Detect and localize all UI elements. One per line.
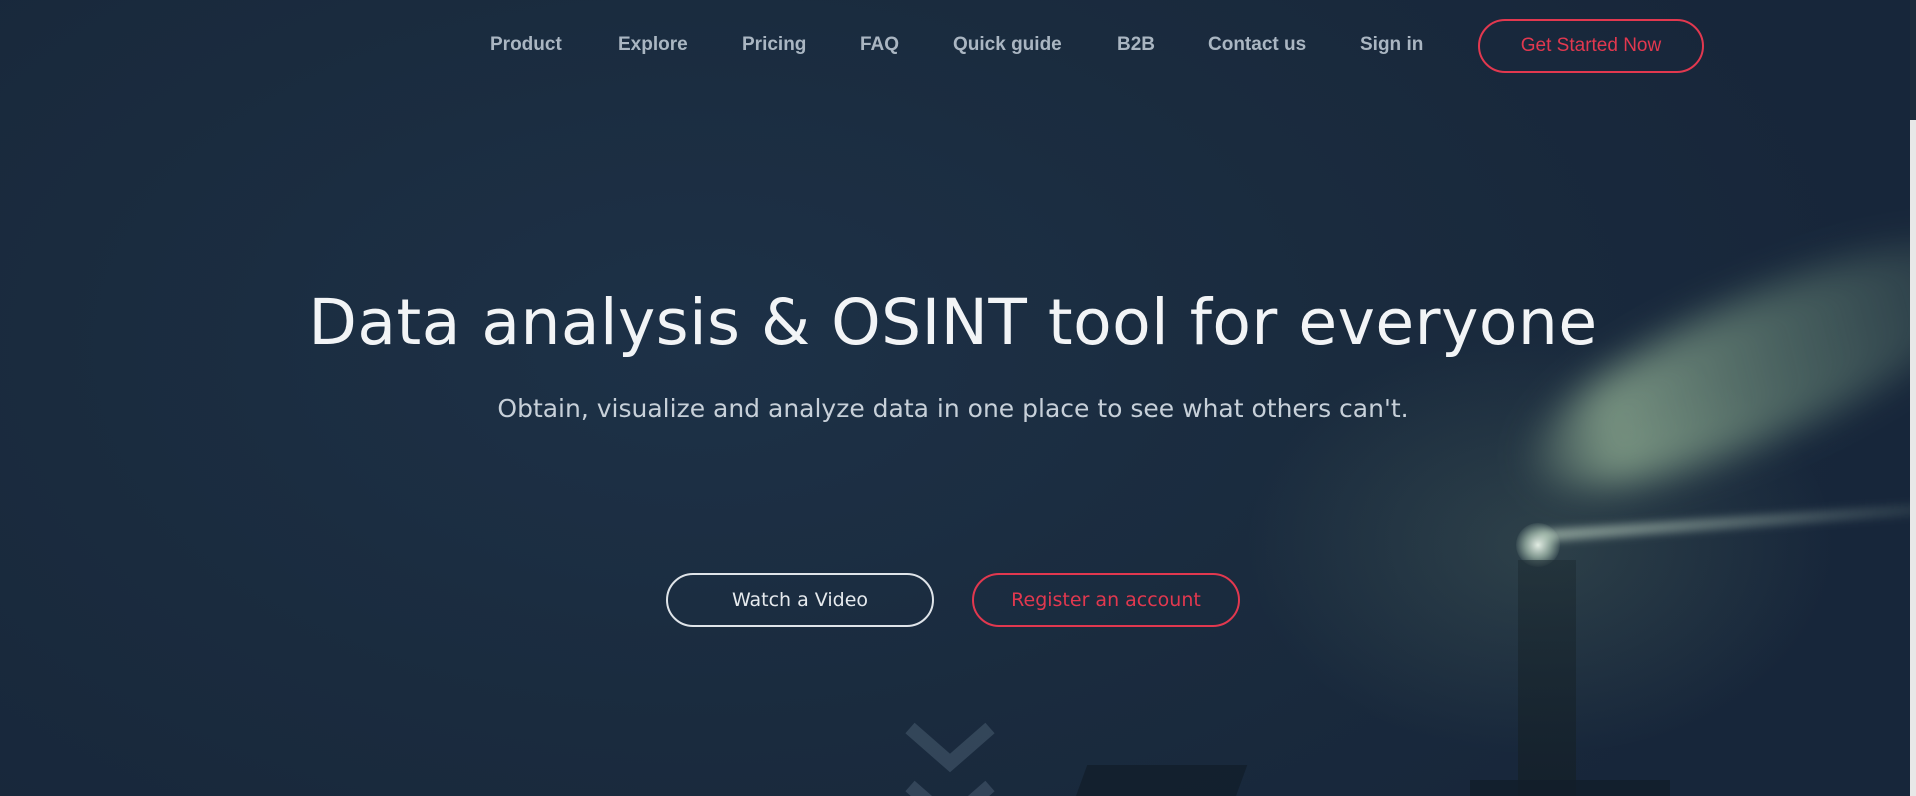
register-account-button[interactable]: Register an account — [972, 573, 1240, 627]
nav-contact-us[interactable]: Contact us — [1208, 34, 1306, 56]
page-scrollbar[interactable] — [1910, 0, 1916, 796]
chevron-down-icon[interactable] — [905, 718, 995, 796]
ground-silhouette-right — [1470, 780, 1670, 796]
lighthouse-beam-secondary — [1539, 503, 1910, 542]
lighthouse-tower — [1518, 560, 1576, 796]
nav-explore[interactable]: Explore — [618, 34, 688, 56]
hero-subtitle: Obtain, visualize and analyze data in on… — [497, 394, 1409, 423]
scrollbar-thumb[interactable] — [1910, 0, 1916, 120]
nav-faq[interactable]: FAQ — [860, 34, 899, 56]
nav-b2b[interactable]: B2B — [1117, 34, 1155, 56]
nav-sign-in[interactable]: Sign in — [1360, 34, 1423, 56]
watch-video-button[interactable]: Watch a Video — [666, 573, 934, 627]
get-started-button[interactable]: Get Started Now — [1478, 19, 1704, 73]
nav-pricing[interactable]: Pricing — [742, 34, 806, 56]
ground-silhouette — [1072, 765, 1248, 796]
nav-quick-guide[interactable]: Quick guide — [953, 34, 1062, 56]
nav-product[interactable]: Product — [490, 34, 562, 56]
hero-title: Data analysis & OSINT tool for everyone — [308, 286, 1598, 359]
top-navigation: Product Explore Pricing FAQ Quick guide … — [0, 0, 1910, 92]
lighthouse-beam — [1501, 194, 1910, 534]
